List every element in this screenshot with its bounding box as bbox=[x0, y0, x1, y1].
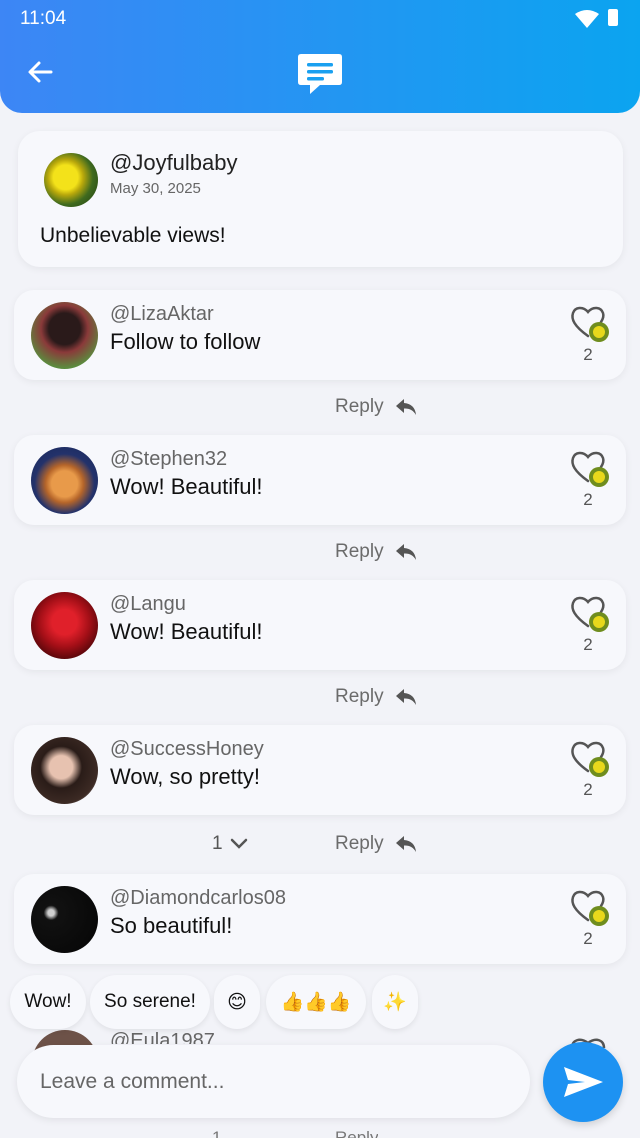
like-count: 2 bbox=[583, 780, 593, 799]
reply-arrow-icon bbox=[395, 544, 416, 560]
comment-text: Follow to follow bbox=[110, 329, 261, 354]
comment-username[interactable]: @Diamondcarlos08 bbox=[110, 887, 286, 910]
reply-button[interactable]: Reply bbox=[335, 686, 418, 708]
reply-button[interactable]: Reply bbox=[335, 396, 418, 418]
comment-card: @Langu Wow! Beautiful! 2 bbox=[14, 580, 626, 670]
reply-arrow-icon bbox=[395, 836, 416, 852]
heart-icon[interactable] bbox=[568, 592, 612, 636]
heart-icon[interactable] bbox=[568, 737, 612, 781]
like-count: 2 bbox=[583, 345, 593, 364]
replies-count[interactable]: 1 bbox=[212, 1128, 221, 1138]
reply-label: Reply bbox=[335, 541, 384, 562]
reply-label: Reply bbox=[335, 396, 384, 417]
chevron-down-icon bbox=[230, 838, 247, 849]
view-replies-toggle[interactable]: 1 bbox=[212, 833, 249, 855]
quick-reply-chip[interactable]: 👍👍👍 bbox=[266, 975, 366, 1029]
avatar[interactable] bbox=[31, 886, 98, 953]
send-icon bbox=[564, 1067, 603, 1097]
send-button[interactable] bbox=[543, 1042, 623, 1122]
wifi-icon bbox=[575, 10, 599, 28]
quick-reply-chip[interactable]: So serene! bbox=[90, 975, 210, 1029]
comment-text: Wow! Beautiful! bbox=[110, 474, 263, 499]
back-button[interactable] bbox=[24, 56, 56, 88]
comment-card: @LizaAktar Follow to follow 2 bbox=[14, 290, 626, 380]
quick-reply-chip[interactable]: Wow! bbox=[10, 975, 86, 1029]
reply-label[interactable]: Reply bbox=[335, 1128, 378, 1138]
reply-label: Reply bbox=[335, 686, 384, 707]
comment-text: So beautiful! bbox=[110, 913, 233, 938]
heart-icon[interactable] bbox=[568, 447, 612, 491]
quick-reply-chip[interactable]: 😊 bbox=[214, 975, 260, 1029]
comment-input[interactable] bbox=[17, 1045, 530, 1118]
comment-username[interactable]: @SuccessHoney bbox=[110, 738, 264, 761]
chat-bubble-icon bbox=[298, 54, 342, 94]
post-username[interactable]: @Joyfulbaby bbox=[110, 150, 238, 176]
reply-button[interactable]: Reply bbox=[335, 833, 418, 855]
comment-username[interactable]: @Eula1987 bbox=[110, 1030, 215, 1044]
avatar[interactable] bbox=[31, 737, 98, 804]
reply-button[interactable]: Reply bbox=[335, 541, 418, 563]
battery-icon bbox=[608, 9, 618, 26]
status-time: 11:04 bbox=[20, 8, 67, 29]
post-card: @Joyfulbaby May 30, 2025 Unbelievable vi… bbox=[18, 131, 623, 267]
heart-icon[interactable] bbox=[568, 302, 612, 346]
app-header: 11:04 bbox=[0, 0, 640, 113]
post-date: May 30, 2025 bbox=[110, 180, 201, 197]
heart-icon[interactable] bbox=[568, 886, 612, 930]
comment-card: @Stephen32 Wow! Beautiful! 2 bbox=[14, 435, 626, 525]
reply-label: Reply bbox=[335, 833, 384, 854]
avatar[interactable] bbox=[31, 447, 98, 514]
post-text: Unbelievable views! bbox=[40, 224, 226, 247]
comment-text: Wow, so pretty! bbox=[110, 764, 260, 789]
like-count: 2 bbox=[583, 490, 593, 509]
reply-arrow-icon bbox=[395, 689, 416, 705]
avatar[interactable] bbox=[44, 153, 98, 207]
comment-username[interactable]: @Langu bbox=[110, 593, 186, 616]
comment-text: Wow! Beautiful! bbox=[110, 619, 263, 644]
quick-reply-chip[interactable]: ✨ bbox=[372, 975, 418, 1029]
replies-count: 1 bbox=[212, 833, 223, 854]
avatar[interactable] bbox=[31, 302, 98, 369]
reply-arrow-icon bbox=[395, 399, 416, 415]
like-count: 2 bbox=[583, 635, 593, 654]
comment-username[interactable]: @Stephen32 bbox=[110, 448, 227, 471]
avatar[interactable] bbox=[31, 592, 98, 659]
comment-card: @Diamondcarlos08 So beautiful! 2 bbox=[14, 874, 626, 964]
like-count: 2 bbox=[583, 929, 593, 948]
comment-card: @SuccessHoney Wow, so pretty! 2 bbox=[14, 725, 626, 815]
comment-username[interactable]: @LizaAktar bbox=[110, 303, 214, 326]
